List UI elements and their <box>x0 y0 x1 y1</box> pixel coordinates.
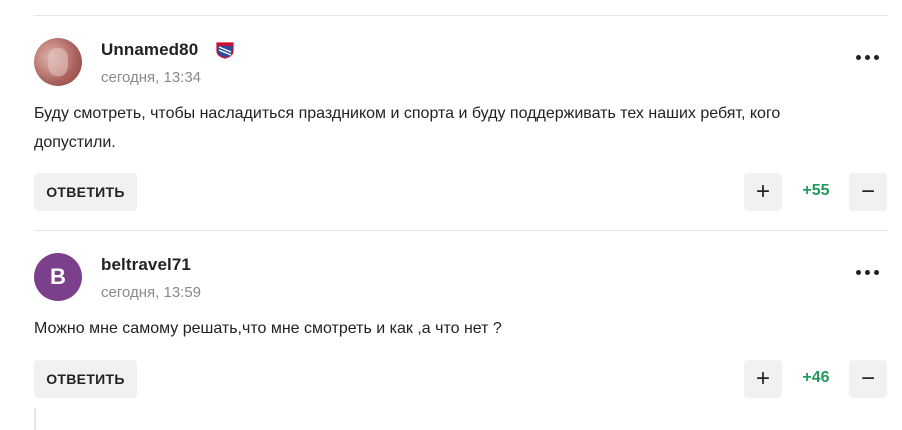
upvote-button[interactable]: + <box>744 360 782 398</box>
vote-score: +55 <box>802 182 830 199</box>
avatar[interactable]: B <box>34 253 82 301</box>
comment-time: сегодня, 13:34 <box>101 69 202 86</box>
avatar[interactable] <box>34 38 82 86</box>
vote-score: +46 <box>802 369 830 386</box>
upvote-button[interactable]: + <box>744 173 782 211</box>
reply-button[interactable]: ОТВЕТИТЬ <box>34 173 137 211</box>
comment-text: Можно мне самому решать,что мне смотреть… <box>34 320 502 337</box>
reply-thread-line <box>34 408 36 430</box>
ny-rangers-logo-icon <box>216 42 234 59</box>
more-options-icon[interactable] <box>856 267 880 277</box>
downvote-button[interactable]: − <box>849 360 887 398</box>
comment-text: Буду смотреть, чтобы насладиться праздни… <box>34 105 781 151</box>
comment-username[interactable]: Unnamed80 <box>101 40 198 60</box>
comment-divider <box>34 230 888 231</box>
comment-username[interactable]: beltravel71 <box>101 255 191 275</box>
more-options-icon[interactable] <box>856 52 880 62</box>
comment-time: сегодня, 13:59 <box>101 284 202 301</box>
reply-button[interactable]: ОТВЕТИТЬ <box>34 360 137 398</box>
top-divider <box>34 15 888 16</box>
downvote-button[interactable]: − <box>849 173 887 211</box>
